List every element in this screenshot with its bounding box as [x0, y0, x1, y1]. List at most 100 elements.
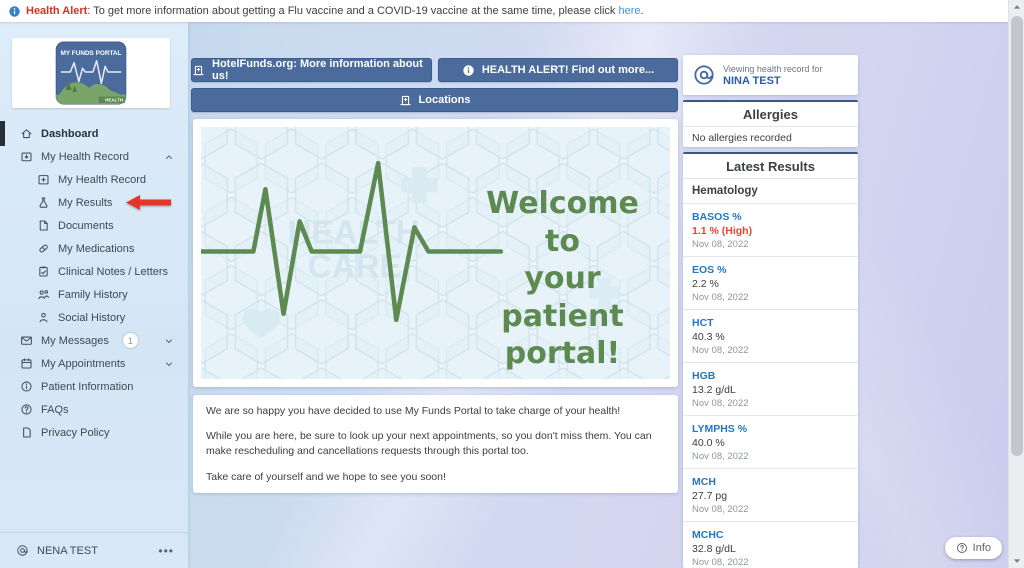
sidebar-item-documents[interactable]: Documents: [0, 214, 188, 237]
sidebar-item-family-history[interactable]: Family History: [0, 283, 188, 306]
home-icon: [20, 127, 33, 140]
info-icon: [8, 5, 21, 18]
my-funds-portal-logo-icon: MY FUNDS PORTAL HEALTH: [55, 41, 127, 105]
info-button-label: Info: [972, 542, 991, 554]
sidebar-item-privacy-policy[interactable]: Privacy Policy: [0, 421, 188, 444]
sidebar-item-clinical-notes-letters[interactable]: Clinical Notes / Letters: [0, 260, 188, 283]
lab-result-row[interactable]: EOS % 2.2 % Nov 08, 2022: [683, 257, 858, 310]
sidebar-item-label: My Appointments: [41, 357, 126, 370]
chevron-down-icon[interactable]: [163, 358, 175, 370]
results-category-label: Hematology: [683, 179, 858, 204]
lab-result-row[interactable]: BASOS % 1.1 % (High) Nov 08, 2022: [683, 204, 858, 257]
lab-result-date: Nov 08, 2022: [692, 557, 749, 568]
sidebar-item-my-medications[interactable]: My Medications: [0, 237, 188, 260]
svg-text:MY FUNDS PORTAL: MY FUNDS PORTAL: [61, 50, 122, 57]
sidebar-nav: Dashboard My Health Record My Health Recor…: [0, 121, 188, 444]
lab-result-row[interactable]: HGB 13.2 g/dL Nov 08, 2022: [683, 363, 858, 416]
sidebar-footer: NENA TEST •••: [0, 532, 188, 568]
intro-message-card: We are so happy you have decided to use …: [193, 395, 678, 493]
sidebar-item-dashboard[interactable]: Dashboard: [0, 121, 188, 146]
results-list: BASOS % 1.1 % (High) Nov 08, 2022 EOS % …: [683, 204, 858, 568]
chevron-down-icon[interactable]: [163, 335, 175, 347]
alert-text: Health Alert: To get more information ab…: [26, 5, 644, 17]
locations-button[interactable]: Locations: [191, 88, 678, 112]
sidebar-item-label: Clinical Notes / Letters: [58, 265, 169, 278]
health-alert-button[interactable]: HEALTH ALERT! Find out more...: [438, 58, 678, 82]
locations-button-label: Locations: [418, 94, 471, 106]
svg-text:HEALTH: HEALTH: [105, 98, 123, 103]
footer-user-name: NENA TEST: [37, 544, 98, 557]
sidebar-item-label: My Messages: [41, 334, 109, 347]
allergies-empty-text: No allergies recorded: [692, 132, 792, 144]
clipboard-icon: [37, 265, 50, 278]
alert-suffix: .: [640, 5, 644, 17]
latest-results-title: Latest Results: [683, 154, 858, 179]
red-arrow-pointer-icon: [126, 194, 172, 211]
health-alert-banner: Health Alert: To get more information ab…: [0, 0, 1008, 22]
welcome-heading-line: Welcome to: [486, 186, 639, 259]
intro-paragraph: Take care of yourself and we hope to see…: [206, 470, 446, 483]
sidebar-item-social-history[interactable]: Social History: [0, 306, 188, 329]
portal-logo[interactable]: MY FUNDS PORTAL HEALTH: [12, 38, 170, 108]
lab-result-value: 13.2 g/dL: [692, 384, 736, 396]
lab-result-row[interactable]: MCH 27.7 pg Nov 08, 2022: [683, 469, 858, 522]
sidebar-item-label: Dashboard: [41, 127, 99, 140]
footer-more-options-icon[interactable]: •••: [158, 544, 174, 558]
hospital-icon: [192, 64, 205, 77]
allergies-card: Allergies No allergies recorded: [683, 100, 858, 147]
question-icon: [956, 542, 968, 554]
lab-result-date: Nov 08, 2022: [692, 451, 749, 462]
welcome-banner-image: HEALTH CARE Welcome to your patient port…: [201, 127, 670, 379]
unread-count-badge: 1: [122, 333, 138, 348]
lab-result-date: Nov 08, 2022: [692, 292, 749, 303]
lab-result-date: Nov 08, 2022: [692, 504, 749, 515]
sidebar-item-label: Social History: [58, 311, 126, 324]
patient-at-icon: [693, 64, 715, 86]
vertical-scrollbar[interactable]: [1008, 0, 1024, 568]
scroll-up-arrow-icon[interactable]: [1009, 0, 1024, 14]
lab-result-name: LYMPHS %: [692, 423, 748, 435]
sidebar-item-faqs[interactable]: FAQs: [0, 398, 188, 421]
alert-here-link[interactable]: here: [618, 5, 640, 17]
chevron-up-icon[interactable]: [163, 151, 175, 163]
lab-result-row[interactable]: LYMPHS % 40.0 % Nov 08, 2022: [683, 416, 858, 469]
sidebar-item-patient-information[interactable]: Patient Information: [0, 375, 188, 398]
lab-result-name: MCH: [692, 476, 716, 488]
sidebar-item-label: Documents: [58, 219, 114, 232]
info-button[interactable]: Info: [944, 537, 1002, 559]
lab-result-name: BASOS %: [692, 211, 742, 223]
latest-results-card: Latest Results Hematology BASOS % 1.1 % …: [683, 152, 858, 568]
sidebar-item-my-messages[interactable]: My Messages 1: [0, 329, 188, 352]
sidebar-item-label: My Results: [58, 196, 113, 209]
lab-result-value: 1.1 % (High): [692, 225, 753, 237]
sidebar-item-my-health-record[interactable]: My Health Record: [0, 168, 188, 191]
sidebar-item-my-health-record[interactable]: My Health Record: [0, 145, 188, 168]
envelope-icon: [20, 334, 33, 347]
lab-result-row[interactable]: HCT 40.3 % Nov 08, 2022: [683, 310, 858, 363]
welcome-banner-card: HEALTH CARE Welcome to your patient port…: [193, 119, 678, 387]
info-circle-icon: [20, 380, 33, 393]
family-icon: [37, 288, 50, 301]
lab-result-row[interactable]: MCHC 32.8 g/dL Nov 08, 2022: [683, 522, 858, 568]
intro-paragraph: While you are here, be sure to look up y…: [206, 430, 652, 458]
about-us-button[interactable]: HotelFunds.org: More information about u…: [191, 58, 432, 82]
welcome-heading: Welcome to your patient portal!: [465, 185, 660, 373]
lab-result-date: Nov 08, 2022: [692, 239, 749, 250]
lab-result-date: Nov 08, 2022: [692, 345, 749, 356]
document-icon: [37, 219, 50, 232]
lab-result-value: 32.8 g/dL: [692, 543, 736, 555]
viewing-record-label: Viewing health record for: [723, 63, 823, 74]
lab-result-value: 40.3 %: [692, 331, 725, 343]
lab-result-value: 2.2 %: [692, 278, 719, 290]
health-alert-button-label: HEALTH ALERT! Find out more...: [481, 64, 655, 76]
at-icon: [16, 544, 29, 557]
sidebar-item-my-results[interactable]: My Results: [0, 191, 188, 214]
info-icon: [462, 64, 475, 77]
scroll-down-arrow-icon[interactable]: [1009, 554, 1024, 568]
lab-result-value: 27.7 pg: [692, 490, 728, 502]
lab-result-name: MCHC: [692, 529, 724, 541]
results-flask-icon: [37, 196, 50, 209]
sidebar-item-my-appointments[interactable]: My Appointments: [0, 352, 188, 375]
patient-name: NINA TEST: [723, 74, 781, 87]
scrollbar-thumb[interactable]: [1011, 16, 1023, 456]
